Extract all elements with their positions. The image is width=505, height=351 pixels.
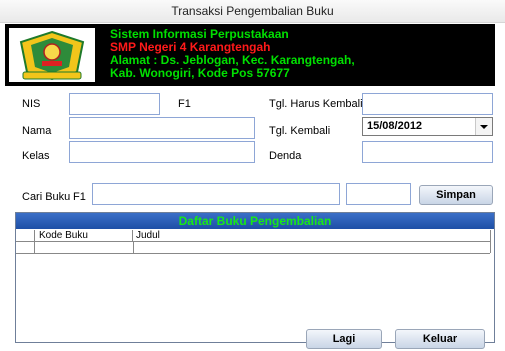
nis-label: NIS (22, 98, 41, 110)
nama-label: Nama (22, 125, 52, 137)
row-selector-header (16, 230, 35, 241)
kelas-field[interactable] (69, 141, 255, 163)
window-title: Transaksi Pengembalian Buku (0, 0, 505, 23)
header-school-name: SMP Negeri 4 Karangtengah (110, 40, 271, 54)
keluar-button[interactable]: Keluar (395, 329, 485, 349)
cari-buku-field[interactable] (92, 183, 340, 205)
kelas-label: Kelas (22, 150, 50, 162)
table-title: Daftar Buku Pengembalian (16, 213, 494, 229)
nis-field[interactable] (69, 93, 160, 115)
lagi-button[interactable]: Lagi (306, 329, 382, 349)
tgl-kembali-label: Tgl. Kembali (269, 125, 331, 137)
table-header: Kode Buku Judul (16, 230, 490, 241)
chevron-down-icon[interactable] (475, 118, 492, 135)
column-header-judul[interactable]: Judul (134, 230, 488, 241)
tgl-kembali-datepicker[interactable]: 15/08/2012 (362, 117, 493, 136)
cari-buku-f1-hint: F1 (73, 191, 86, 203)
tgl-harus-kembali-field[interactable] (362, 93, 493, 115)
app-header: Sistem Informasi Perpustakaan SMP Negeri… (5, 24, 495, 86)
header-address-line2: Kab. Wonogiri, Kode Pos 57677 (110, 66, 290, 80)
column-header-kode-buku[interactable]: Kode Buku (35, 230, 133, 241)
header-address-line1: Alamat : Ds. Jeblogan, Kec. Karangtengah… (110, 53, 355, 67)
table-column-divider (490, 230, 491, 253)
return-books-table[interactable]: Daftar Buku Pengembalian Kode Buku Judul (15, 212, 495, 343)
tgl-kembali-value: 15/08/2012 (367, 120, 423, 132)
nis-f1-hint: F1 (178, 98, 191, 110)
tgl-harus-kembali-label: Tgl. Harus Kembali (269, 98, 363, 110)
nama-field[interactable] (69, 117, 255, 139)
school-emblem-icon (9, 28, 95, 82)
row-selector[interactable] (16, 242, 35, 253)
table-cell[interactable] (35, 242, 134, 253)
simpan-button[interactable]: Simpan (419, 185, 493, 205)
header-app-name: Sistem Informasi Perpustakaan (110, 27, 289, 41)
cari-buku-label: Cari Buku (22, 191, 71, 203)
jumlah-field[interactable] (346, 183, 411, 205)
denda-label: Denda (269, 150, 302, 162)
table-row[interactable] (16, 241, 490, 254)
denda-field[interactable] (362, 141, 493, 163)
